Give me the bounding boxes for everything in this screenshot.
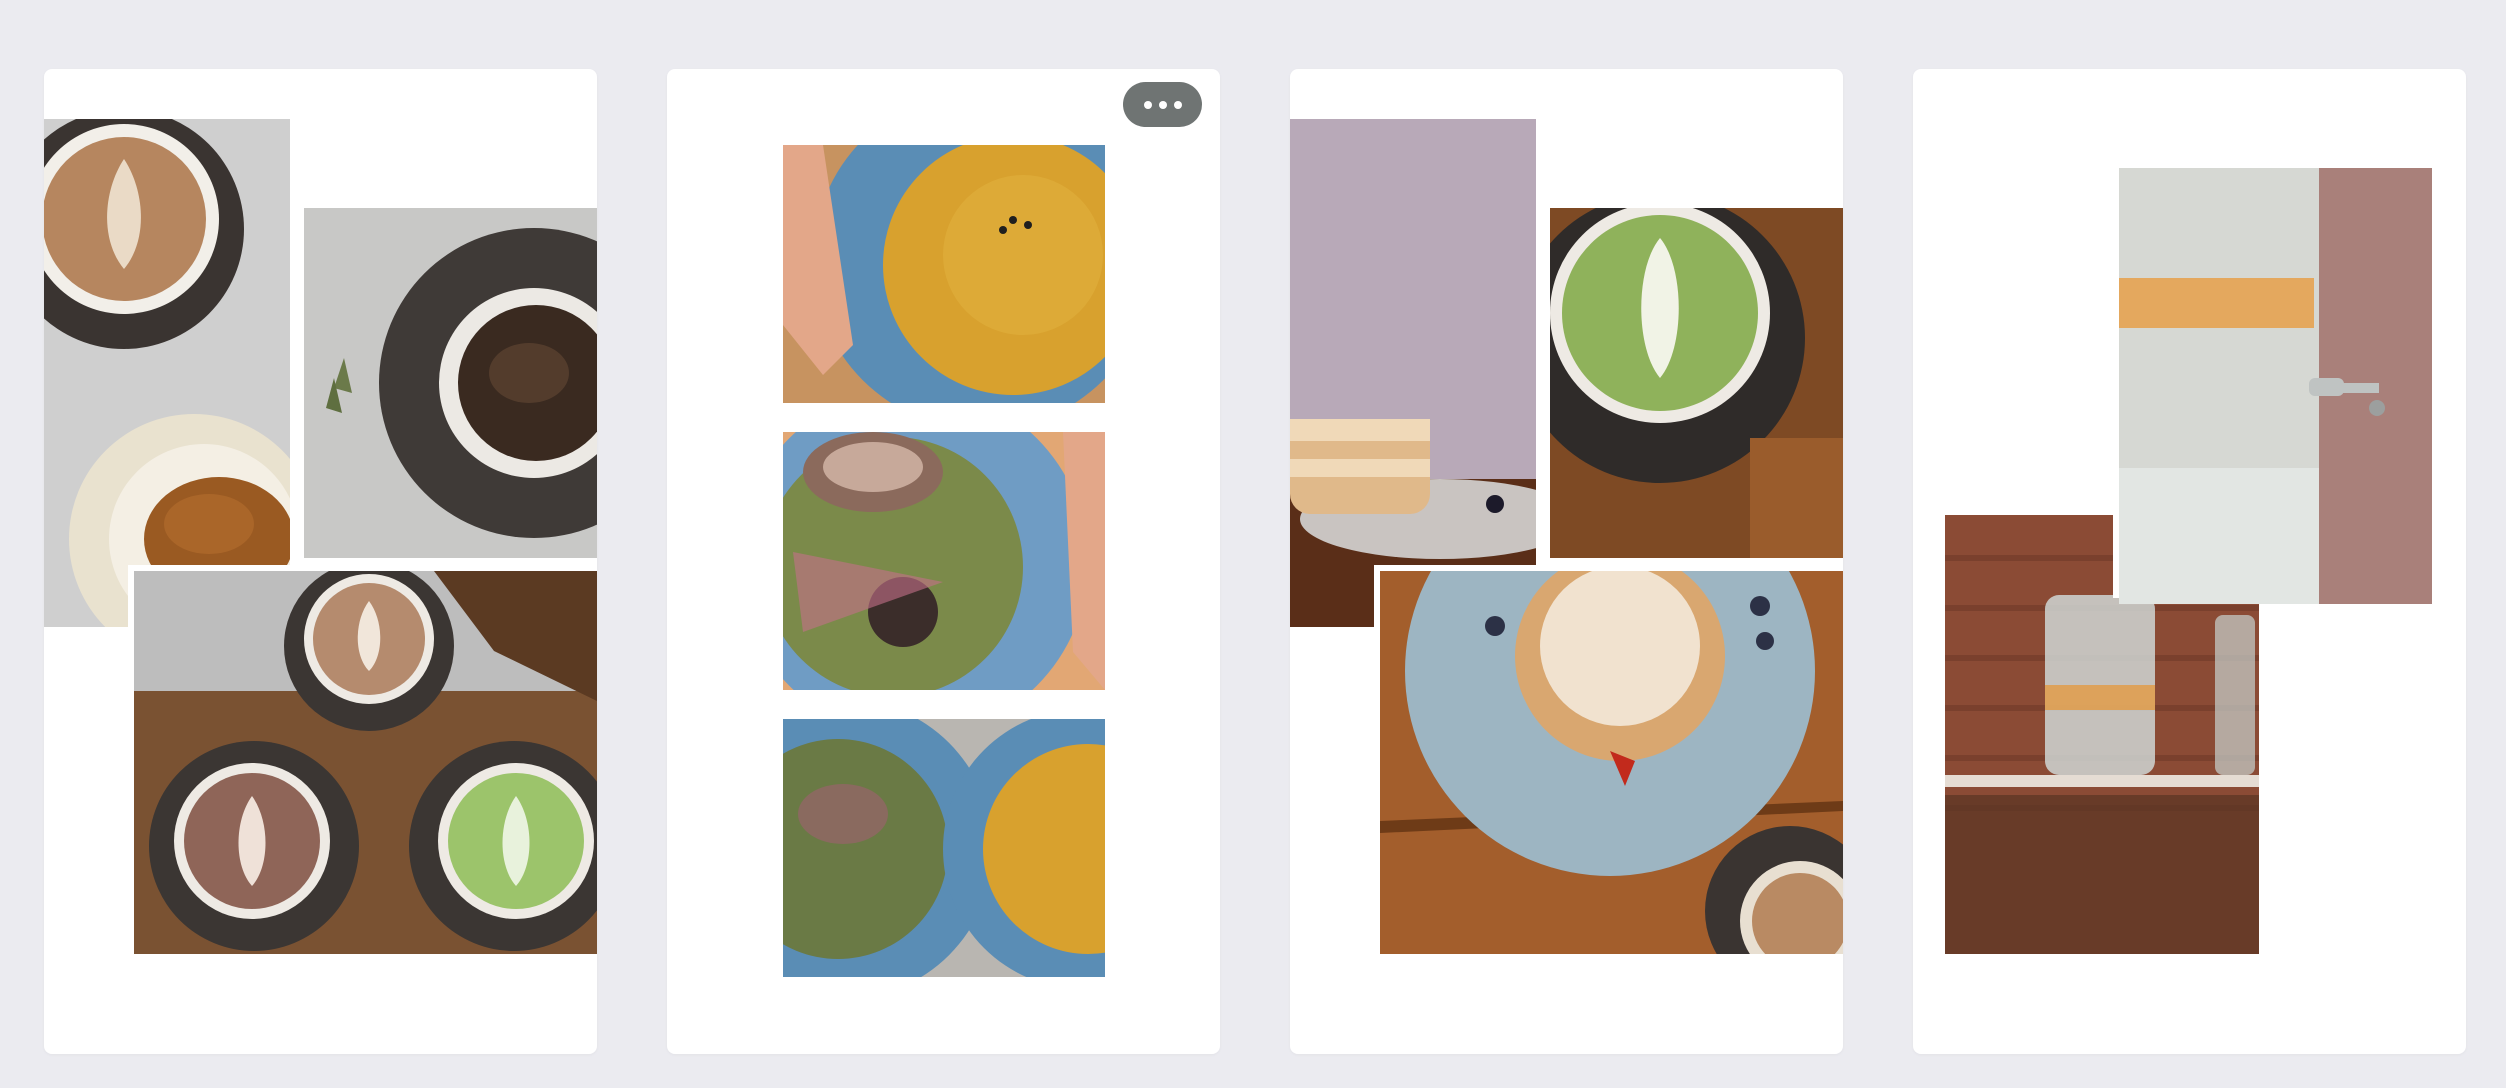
photo-latte-and-cookie[interactable]: [44, 119, 290, 627]
photo-salad-bowl-hand[interactable]: [783, 432, 1105, 690]
photo-water-dispenser-tap[interactable]: [2119, 168, 2432, 604]
card-coffee-collage[interactable]: [44, 69, 597, 1054]
photo-pancake-stack[interactable]: [1290, 119, 1536, 627]
card-pancakes-collage[interactable]: [1290, 69, 1843, 1054]
photo-pancake-plate-top[interactable]: [1380, 571, 1843, 954]
card-bowls-collage[interactable]: [667, 69, 1220, 1054]
more-horizontal-icon-dot: [1158, 100, 1167, 109]
photo-two-bowls[interactable]: [783, 719, 1105, 977]
more-horizontal-icon-dot: [1143, 100, 1152, 109]
photo-espresso-cup[interactable]: [304, 208, 597, 558]
photo-soup-bowl-hand[interactable]: [783, 145, 1105, 403]
photo-three-lattes[interactable]: [134, 571, 597, 954]
more-options-button[interactable]: [1123, 82, 1202, 127]
photo-matcha-latte[interactable]: [1550, 208, 1843, 558]
more-horizontal-icon-dot: [1173, 100, 1182, 109]
card-dispenser-collage[interactable]: [1913, 69, 2466, 1054]
